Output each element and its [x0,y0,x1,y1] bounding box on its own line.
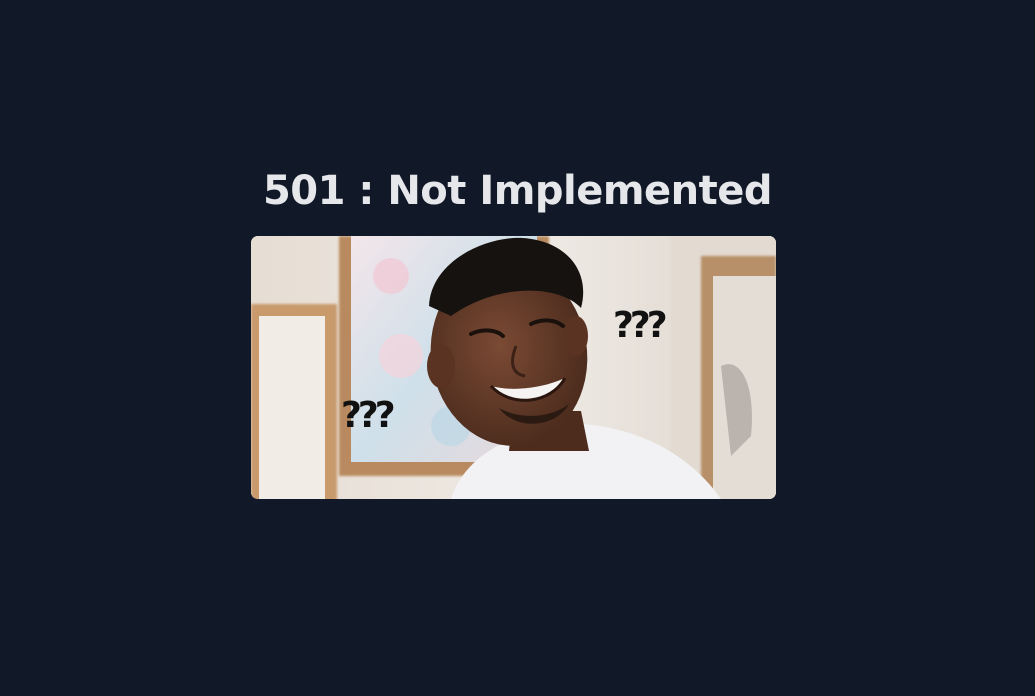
meme-illustration [251,236,776,499]
error-page: 501 : Not Implemented ??? ??? [0,0,1035,696]
question-marks-left: ??? [341,395,396,436]
page-title: 501 : Not Implemented [262,168,773,214]
question-marks-right: ??? [613,305,668,346]
confused-meme-image: ??? ??? [251,236,776,499]
